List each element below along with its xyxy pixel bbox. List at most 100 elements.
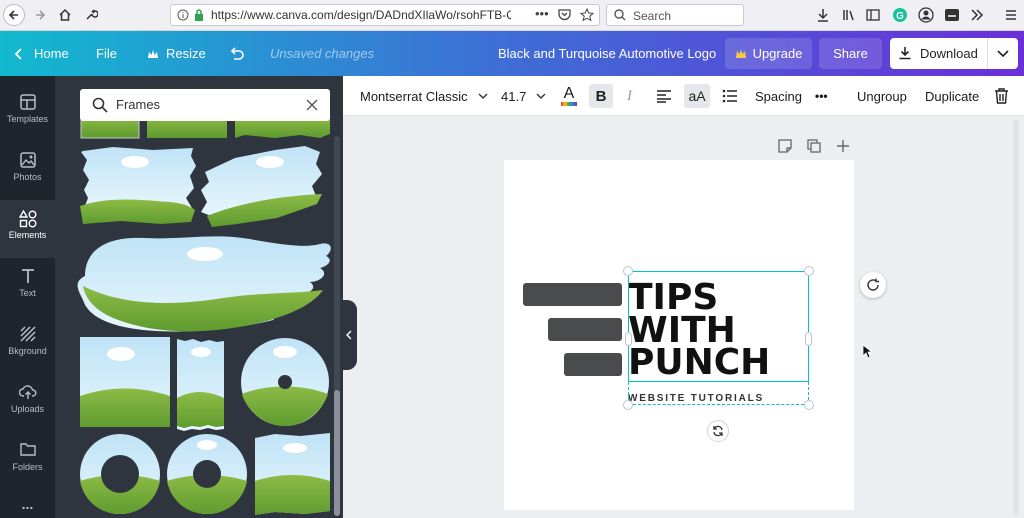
- share-label: Share: [833, 46, 868, 61]
- frame-circle-hole[interactable]: [241, 338, 329, 426]
- frame-brush-stroke[interactable]: [80, 147, 196, 224]
- case-label: aA: [688, 88, 706, 104]
- browser-search[interactable]: Search: [606, 4, 744, 26]
- page-actions-icon[interactable]: •••: [535, 6, 549, 21]
- resize-handle-bottom-right[interactable]: [804, 400, 814, 410]
- panel-scrollbar[interactable]: [334, 136, 340, 516]
- panel-scroll-thumb[interactable]: [334, 390, 340, 516]
- undo-button[interactable]: [229, 31, 245, 76]
- undo-icon: [230, 46, 244, 60]
- download-button[interactable]: Download: [890, 38, 1018, 69]
- forward-icon[interactable]: [29, 4, 51, 26]
- home-icon[interactable]: [54, 4, 76, 26]
- pocket-icon[interactable]: [558, 9, 571, 21]
- account-icon[interactable]: [915, 4, 937, 26]
- downloads-icon[interactable]: [812, 4, 834, 26]
- rail-label: Elements: [8, 230, 47, 240]
- rotate-handle[interactable]: [707, 420, 729, 442]
- text-color-button[interactable]: A: [561, 76, 577, 116]
- duplicate-button[interactable]: Duplicate: [925, 76, 979, 116]
- rail-label: Templates: [6, 114, 49, 124]
- resize-handle-right[interactable]: [805, 332, 812, 346]
- resize-button[interactable]: Resize: [147, 31, 206, 76]
- back-icon[interactable]: [3, 4, 25, 26]
- more-options-button[interactable]: •••: [815, 76, 828, 116]
- rail-item-photos[interactable]: Photos: [0, 142, 55, 200]
- file-menu[interactable]: File: [96, 31, 117, 76]
- italic-button[interactable]: I: [627, 76, 632, 116]
- design-title[interactable]: Black and Turquoise Automotive Logo: [498, 31, 716, 76]
- frame-torn-paper[interactable]: [177, 339, 224, 431]
- upgrade-button[interactable]: Upgrade: [725, 38, 812, 69]
- logo-bar-middle[interactable]: [548, 318, 622, 341]
- align-button[interactable]: [656, 76, 672, 116]
- design-title-text: Black and Turquoise Automotive Logo: [498, 46, 717, 61]
- list-button[interactable]: [722, 76, 738, 116]
- address-bar[interactable]: https://www.canva.com/design/DADndXIlaWo…: [170, 4, 600, 26]
- font-size-dropdown[interactable]: 41.7: [501, 76, 546, 116]
- logo-bar-bottom[interactable]: [564, 353, 622, 376]
- collapse-panel-handle[interactable]: [343, 300, 357, 370]
- grammarly-icon[interactable]: G: [889, 4, 911, 26]
- close-icon[interactable]: [306, 99, 318, 111]
- frame-square[interactable]: [80, 337, 170, 427]
- font-family-dropdown[interactable]: Montserrat Classic: [360, 76, 488, 116]
- note-icon[interactable]: [778, 139, 792, 153]
- logo-bar-top[interactable]: [523, 283, 622, 306]
- photos-icon: [19, 152, 36, 168]
- delete-button[interactable]: [994, 76, 1009, 116]
- resize-handle-bottom-left[interactable]: [623, 400, 633, 410]
- home-button[interactable]: Home: [14, 31, 69, 76]
- rail-item-text[interactable]: Text: [0, 258, 55, 316]
- bookmark-star-icon[interactable]: [580, 8, 594, 22]
- search-icon: [614, 9, 626, 21]
- overflow-chevron-icon[interactable]: [966, 4, 988, 26]
- letter-case-button[interactable]: aA: [684, 84, 710, 108]
- frame-ring[interactable]: [167, 434, 247, 514]
- menu-icon[interactable]: [1000, 4, 1022, 26]
- frame-brush-square[interactable]: [255, 433, 330, 515]
- browser-search-placeholder: Search: [633, 9, 672, 23]
- elements-icon: [18, 210, 36, 228]
- color-swatch: [561, 101, 577, 106]
- library-icon[interactable]: [838, 4, 860, 26]
- selection-box: [628, 271, 809, 382]
- browser-toolbar: https://www.canva.com/design/DADndXIlaWo…: [0, 0, 1024, 31]
- spacing-button[interactable]: Spacing: [755, 76, 802, 116]
- chevron-down-icon[interactable]: [997, 50, 1009, 58]
- frame-splash[interactable]: [77, 236, 331, 332]
- duplicate-label: Duplicate: [925, 88, 980, 104]
- resize-handle-top-left[interactable]: [623, 266, 633, 276]
- resize-handle-top-right[interactable]: [804, 266, 814, 276]
- mouse-cursor-icon: [862, 344, 872, 359]
- sidebar-toggle-icon[interactable]: [862, 4, 884, 26]
- frame-brush-stroke[interactable]: [201, 146, 322, 227]
- align-left-icon: [657, 90, 671, 103]
- extension-icon[interactable]: [941, 4, 963, 26]
- rail-label: Folders: [12, 462, 43, 472]
- font-size-value: 41.7: [501, 88, 527, 104]
- resize-handle-left[interactable]: [625, 332, 632, 346]
- rail-item-templates[interactable]: Templates: [0, 84, 55, 142]
- group-selection-box: [628, 382, 809, 405]
- bold-button[interactable]: B: [589, 84, 613, 108]
- add-page-icon[interactable]: [836, 139, 850, 153]
- url-text: https://www.canva.com/design/DADndXIlaWo…: [211, 8, 511, 22]
- ungroup-button[interactable]: Ungroup: [857, 76, 907, 116]
- share-button[interactable]: Share: [819, 38, 882, 69]
- rail-item-more[interactable]: ...: [0, 490, 55, 518]
- wrench-icon[interactable]: [80, 4, 102, 26]
- copy-page-icon[interactable]: [807, 139, 821, 153]
- rail-item-uploads[interactable]: Uploads: [0, 374, 55, 432]
- rail-item-folders[interactable]: Folders: [0, 432, 55, 490]
- refresh-page-button[interactable]: [860, 272, 886, 298]
- editor-scrollbar[interactable]: [1013, 120, 1019, 515]
- uploads-icon: [18, 385, 36, 399]
- frames-search-input[interactable]: Frames: [80, 89, 330, 121]
- home-label: Home: [34, 46, 69, 61]
- rail-item-background[interactable]: Bkground: [0, 316, 55, 374]
- ungroup-label: Ungroup: [857, 88, 907, 104]
- info-icon[interactable]: [177, 9, 189, 21]
- rail-item-elements[interactable]: Elements: [0, 200, 55, 258]
- frame-ring[interactable]: [80, 434, 160, 514]
